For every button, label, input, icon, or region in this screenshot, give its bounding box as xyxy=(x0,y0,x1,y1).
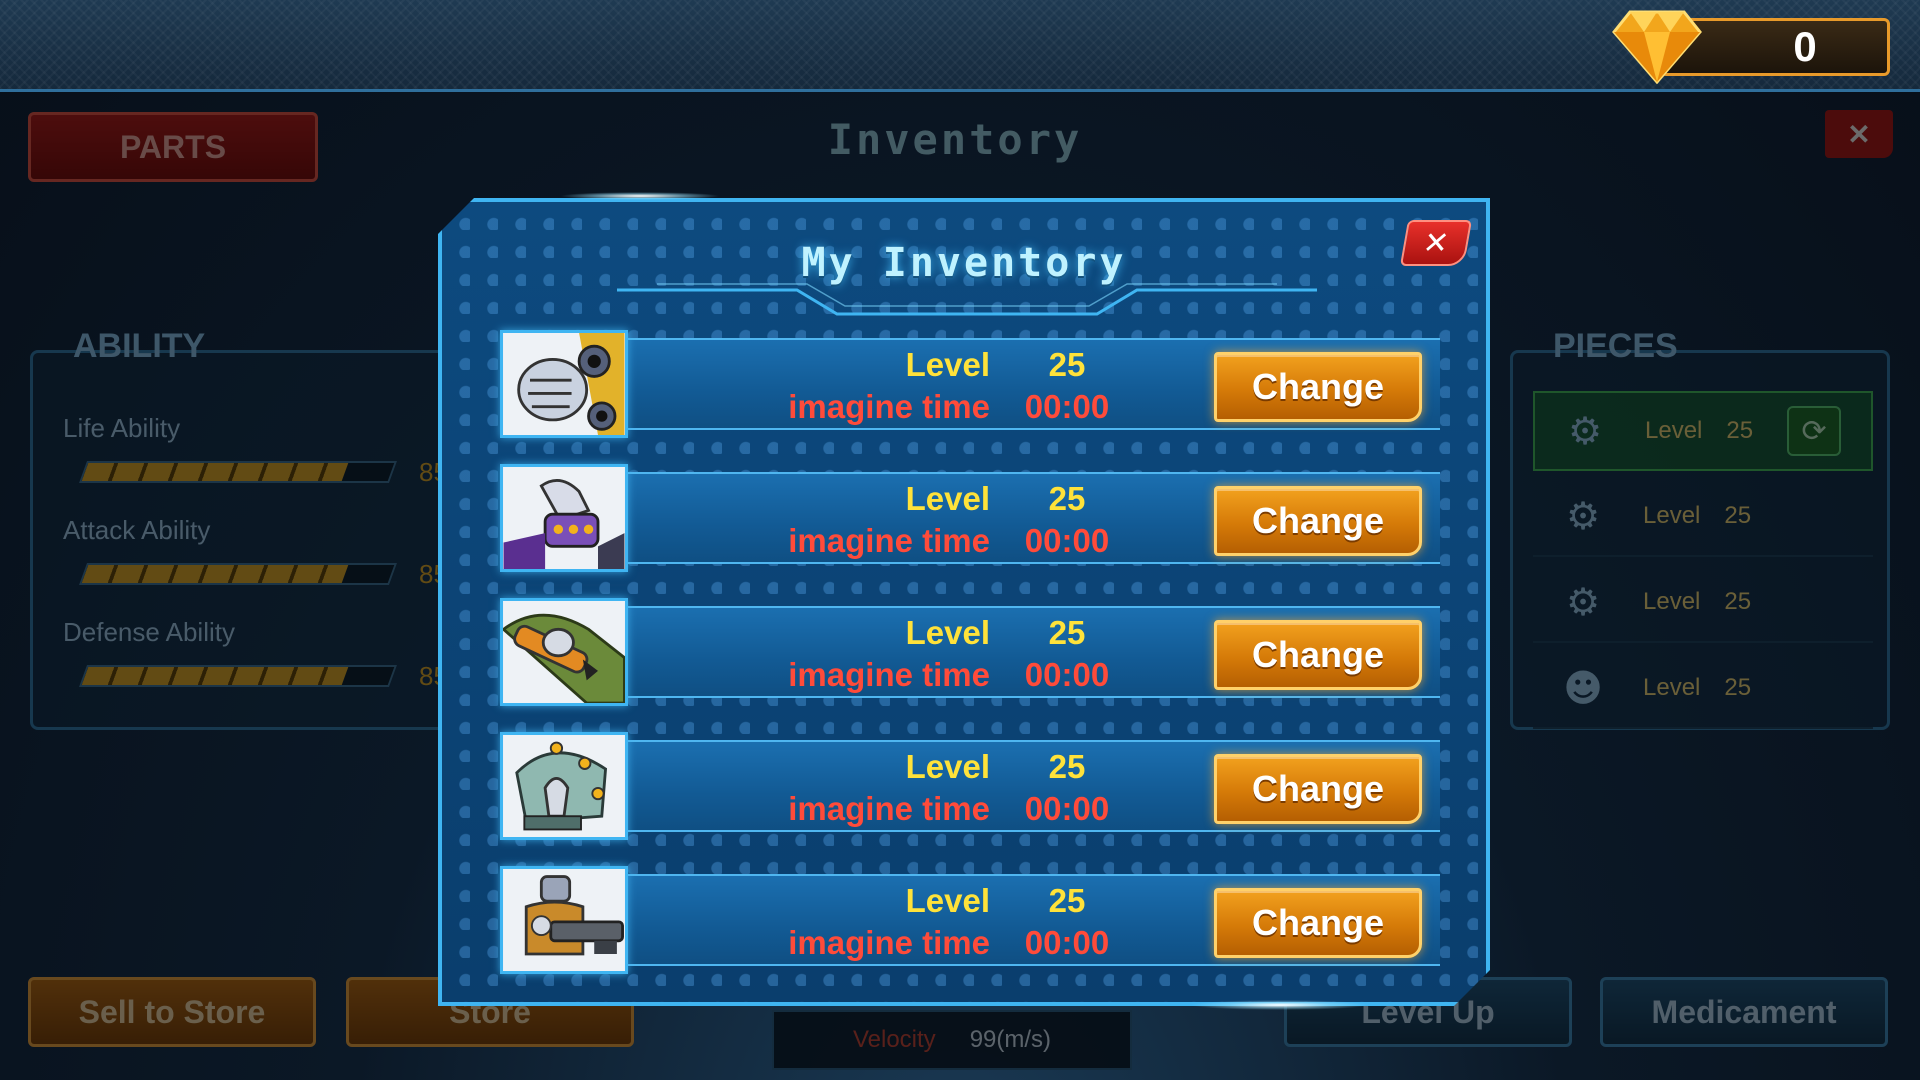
piece-level-value: 25 xyxy=(1724,502,1752,529)
change-button[interactable]: Change xyxy=(1214,620,1422,690)
level-label: Level xyxy=(905,748,990,785)
imagine-time-label: imagine time xyxy=(788,656,990,693)
level-value: 25 xyxy=(1048,614,1086,651)
piece-level-label: Level xyxy=(1643,502,1701,529)
inventory-modal: My Inventory Level 25 imagine time 00:00… xyxy=(438,198,1490,1006)
ability-label: Defense Ability xyxy=(63,617,235,647)
piece-level-value: 25 xyxy=(1726,417,1754,444)
velocity-label: Velocity xyxy=(852,1026,936,1053)
imagine-time-label: imagine time xyxy=(788,522,990,559)
imagine-time-value: 00:00 xyxy=(1024,924,1110,961)
pieces-panel: PIECES ⚙ Level 25 ⟳ ⚙ Level 25 ⚙ Level 2… xyxy=(1510,327,1890,730)
piece-level-label: Level xyxy=(1645,417,1703,444)
imagine-time-label: imagine time xyxy=(788,924,990,961)
inventory-row: Level 25 imagine time 00:00 Change xyxy=(500,330,1440,438)
velocity-value: 99(m/s) xyxy=(969,1026,1052,1053)
parts-tab-button[interactable]: PARTS xyxy=(28,112,318,182)
sell-to-store-button[interactable]: Sell to Store xyxy=(28,977,316,1047)
modal-glow xyxy=(1190,1000,1370,1010)
change-button[interactable]: Change xyxy=(1214,754,1422,824)
level-value: 25 xyxy=(1048,748,1086,785)
piece-level-label: Level xyxy=(1643,674,1701,701)
robot-leg-left-icon: ⚙ xyxy=(1565,494,1601,538)
gauntlet-hand-part-icon[interactable] xyxy=(500,464,628,572)
piece-row[interactable]: ⚙ Level 25 xyxy=(1533,563,1873,643)
ability-bar-fill xyxy=(81,667,349,685)
ability-label: Life Ability xyxy=(63,413,181,443)
level-label: Level xyxy=(905,346,990,383)
level-label: Level xyxy=(905,480,990,517)
robot-leg-right-icon: ⚙ xyxy=(1565,580,1601,624)
modal-title: My Inventory xyxy=(801,240,1127,286)
drill-hand-part-icon[interactable] xyxy=(500,732,628,840)
imagine-time-value: 00:00 xyxy=(1024,388,1110,425)
robot-arm-icon: ⚙ xyxy=(1567,409,1603,453)
level-value: 25 xyxy=(1048,480,1086,517)
piece-row[interactable]: ☻ Level 25 xyxy=(1533,649,1873,729)
inventory-row: Level 25 imagine time 00:00 Change xyxy=(500,598,1440,706)
close-icon[interactable]: ✕ xyxy=(1399,220,1473,266)
background-close-button[interactable]: ✕ xyxy=(1825,110,1893,158)
imagine-time-label: imagine time xyxy=(788,790,990,827)
level-label: Level xyxy=(905,614,990,651)
level-value: 25 xyxy=(1048,346,1086,383)
ability-label: Attack Ability xyxy=(63,515,211,545)
ability-heading: ABILITY xyxy=(73,327,206,365)
cannon-fist-part-icon[interactable] xyxy=(500,330,628,438)
ability-bar-fill xyxy=(81,463,349,481)
level-value: 25 xyxy=(1048,882,1086,919)
level-label: Level xyxy=(905,882,990,919)
ability-bar-fill xyxy=(81,565,349,583)
ability-row: Attack Ability 85% xyxy=(63,515,471,595)
velocity-readout: Velocity 99(m/s) xyxy=(772,1010,1132,1070)
medicament-button[interactable]: Medicament xyxy=(1600,977,1888,1047)
ability-bar xyxy=(78,563,398,585)
change-button[interactable]: Change xyxy=(1214,486,1422,556)
inventory-row: Level 25 imagine time 00:00 Change xyxy=(500,464,1440,572)
gun-robot-part-icon[interactable] xyxy=(500,866,628,974)
piece-level-label: Level xyxy=(1643,588,1701,615)
pieces-heading: PIECES xyxy=(1553,327,1678,365)
ability-panel: ABILITY Life Ability 85% Attack Ability … xyxy=(30,327,471,730)
imagine-time-label: imagine time xyxy=(788,388,990,425)
imagine-time-value: 00:00 xyxy=(1024,656,1110,693)
piece-level-value: 25 xyxy=(1724,588,1752,615)
imagine-time-value: 00:00 xyxy=(1024,522,1110,559)
ability-row: Defense Ability 85% xyxy=(63,617,471,697)
ability-bar xyxy=(78,461,398,483)
background-title: Inventory xyxy=(827,115,1083,164)
robot-head-icon: ☻ xyxy=(1563,666,1603,710)
claw-arm-part-icon[interactable] xyxy=(500,598,628,706)
piece-row[interactable]: ⚙ Level 25 xyxy=(1533,477,1873,557)
ability-bar xyxy=(78,665,398,687)
change-button[interactable]: Change xyxy=(1214,352,1422,422)
refresh-icon[interactable]: ⟳ xyxy=(1787,406,1842,456)
inventory-row: Level 25 imagine time 00:00 Change xyxy=(500,732,1440,840)
imagine-time-value: 00:00 xyxy=(1024,790,1110,827)
piece-row[interactable]: ⚙ Level 25 ⟳ xyxy=(1533,391,1873,471)
change-button[interactable]: Change xyxy=(1214,888,1422,958)
modal-glow xyxy=(560,192,720,200)
inventory-row: Level 25 imagine time 00:00 Change xyxy=(500,866,1440,974)
piece-level-value: 25 xyxy=(1724,674,1752,701)
ability-row: Life Ability 85% xyxy=(63,413,471,493)
